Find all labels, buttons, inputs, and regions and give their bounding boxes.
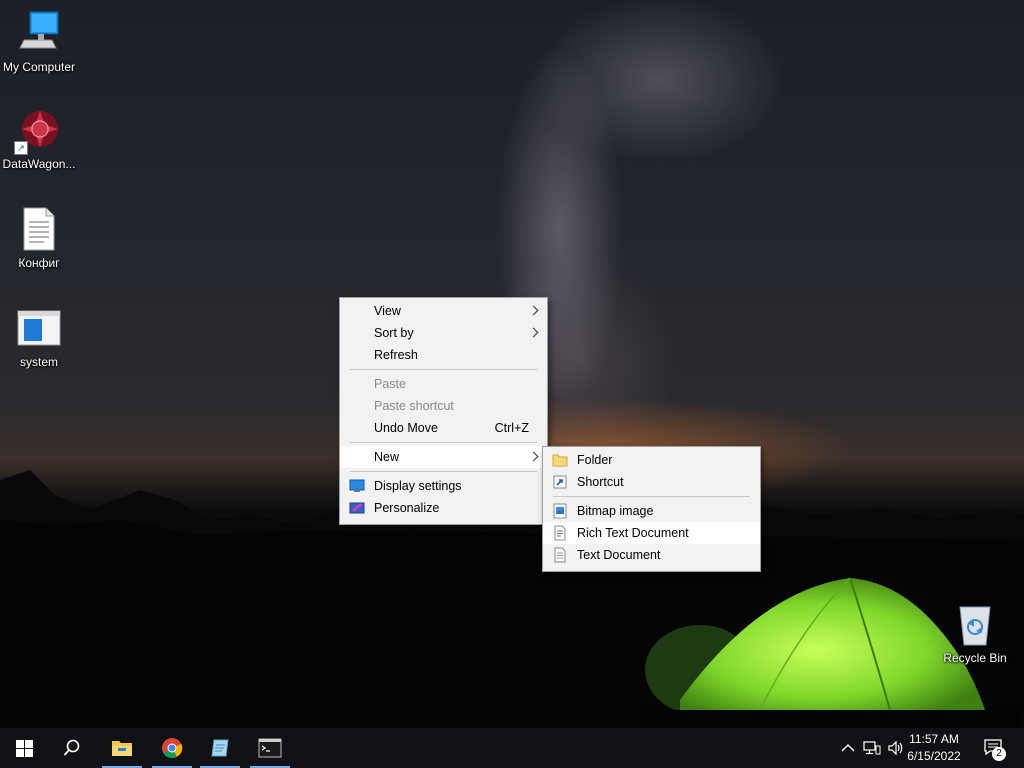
desktop-context-menu: View Sort by Refresh Paste Paste shortcu… [339, 297, 548, 525]
menu-item-label: Text Document [577, 548, 661, 562]
menu-separator [350, 369, 537, 370]
menu-item-view[interactable]: View [340, 300, 547, 322]
menu-item-paste[interactable]: Paste [340, 373, 547, 395]
datawagon-shortcut-icon: ↗ [14, 107, 62, 155]
taskbar-chrome[interactable] [148, 728, 196, 768]
menu-item-label: Undo Move [374, 421, 438, 435]
menu-item-label: Rich Text Document [577, 526, 689, 540]
clock-time: 11:57 AM [909, 732, 959, 746]
taskbar-terminal[interactable] [246, 728, 294, 768]
submenu-item-rich-text-document[interactable]: Rich Text Document [543, 522, 760, 544]
taskbar: 11:57 AM 6/15/2022 2 [0, 728, 1024, 768]
terminal-icon [258, 738, 282, 758]
submenu-item-shortcut[interactable]: Shortcut [543, 471, 760, 493]
action-center-button[interactable]: 2 [978, 728, 1024, 768]
desktop-icon-my-computer[interactable]: My Computer [0, 10, 78, 74]
menu-item-refresh[interactable]: Refresh [340, 344, 547, 366]
network-tray-button[interactable] [860, 728, 884, 768]
desktop-icon-label: DataWagon... [2, 157, 76, 171]
shortcut-icon [553, 475, 567, 489]
chevron-right-icon [528, 451, 539, 462]
show-hidden-icons-button[interactable] [836, 728, 860, 768]
submenu-item-text-document[interactable]: Text Document [543, 544, 760, 566]
desktop-icon-system[interactable]: system [0, 305, 78, 369]
menu-item-label: View [374, 304, 401, 318]
desktop-icon-label: Конфиг [18, 256, 60, 270]
notification-count-badge: 2 [992, 747, 1006, 761]
search-icon [63, 739, 80, 756]
submenu-item-folder[interactable]: Folder [543, 449, 760, 471]
chrome-icon [162, 738, 183, 759]
text-document-icon [554, 547, 566, 563]
menu-item-label: Shortcut [577, 475, 624, 489]
chevron-right-icon [528, 305, 539, 316]
menu-separator [350, 442, 537, 443]
notepad-icon [211, 739, 229, 757]
menu-item-label: Personalize [374, 501, 440, 515]
start-icon [16, 740, 33, 757]
taskbar-clock[interactable]: 11:57 AM 6/15/2022 [902, 731, 966, 765]
new-submenu: Folder Shortcut Bitmap image Rich Text D… [542, 446, 761, 572]
menu-item-label: Bitmap image [577, 504, 654, 518]
submenu-item-bitmap-image[interactable]: Bitmap image [543, 500, 760, 522]
desktop[interactable]: My Computer ↗ DataWagon... Конфиг system… [0, 0, 1024, 728]
menu-item-label: Refresh [374, 348, 418, 362]
menu-item-label: Display settings [374, 479, 462, 493]
desktop-icon-label: Recycle Bin [943, 651, 1007, 665]
chevron-right-icon [528, 327, 539, 338]
menu-item-undo-move[interactable]: Undo Move Ctrl+Z [340, 417, 547, 439]
desktop-icon-label: system [19, 355, 58, 369]
menu-item-label: Folder [577, 453, 613, 467]
menu-item-label: Paste [374, 377, 406, 391]
recycle-bin-icon [952, 601, 998, 647]
menu-item-personalize[interactable]: Personalize [340, 497, 547, 519]
clock-date: 6/15/2022 [907, 749, 961, 763]
shortcut-key-label: Ctrl+Z [494, 421, 529, 435]
taskbar-file-explorer[interactable] [98, 728, 146, 768]
menu-item-label: Sort by [374, 326, 414, 340]
menu-item-paste-shortcut[interactable]: Paste shortcut [340, 395, 547, 417]
folder-icon [552, 454, 568, 467]
display-settings-icon [349, 479, 365, 492]
text-file-icon [16, 206, 62, 252]
menu-separator [350, 471, 537, 472]
menu-item-label: Paste shortcut [374, 399, 454, 413]
desktop-icon-recycle-bin[interactable]: Recycle Bin [936, 601, 1014, 665]
desktop-icon-label: My Computer [2, 60, 76, 74]
bitmap-image-icon [553, 503, 567, 519]
desktop-icon-konfig[interactable]: Конфиг [0, 206, 78, 270]
taskbar-notepad[interactable] [196, 728, 244, 768]
file-explorer-icon [112, 741, 132, 756]
menu-item-new[interactable]: New [340, 446, 547, 468]
start-button[interactable] [0, 728, 48, 768]
rich-text-document-icon [554, 525, 566, 541]
personalize-icon [349, 502, 365, 514]
window-icon [16, 305, 62, 351]
search-button[interactable] [48, 728, 96, 768]
menu-item-label: New [374, 450, 400, 464]
shortcut-arrow-icon: ↗ [14, 141, 28, 155]
computer-icon [16, 10, 62, 56]
menu-item-sort-by[interactable]: Sort by [340, 322, 547, 344]
network-icon [863, 741, 881, 755]
menu-item-display-settings[interactable]: Display settings [340, 475, 547, 497]
chevron-up-icon [841, 744, 855, 752]
menu-separator [553, 496, 750, 497]
desktop-icon-datawagon[interactable]: ↗ DataWagon... [0, 107, 78, 171]
